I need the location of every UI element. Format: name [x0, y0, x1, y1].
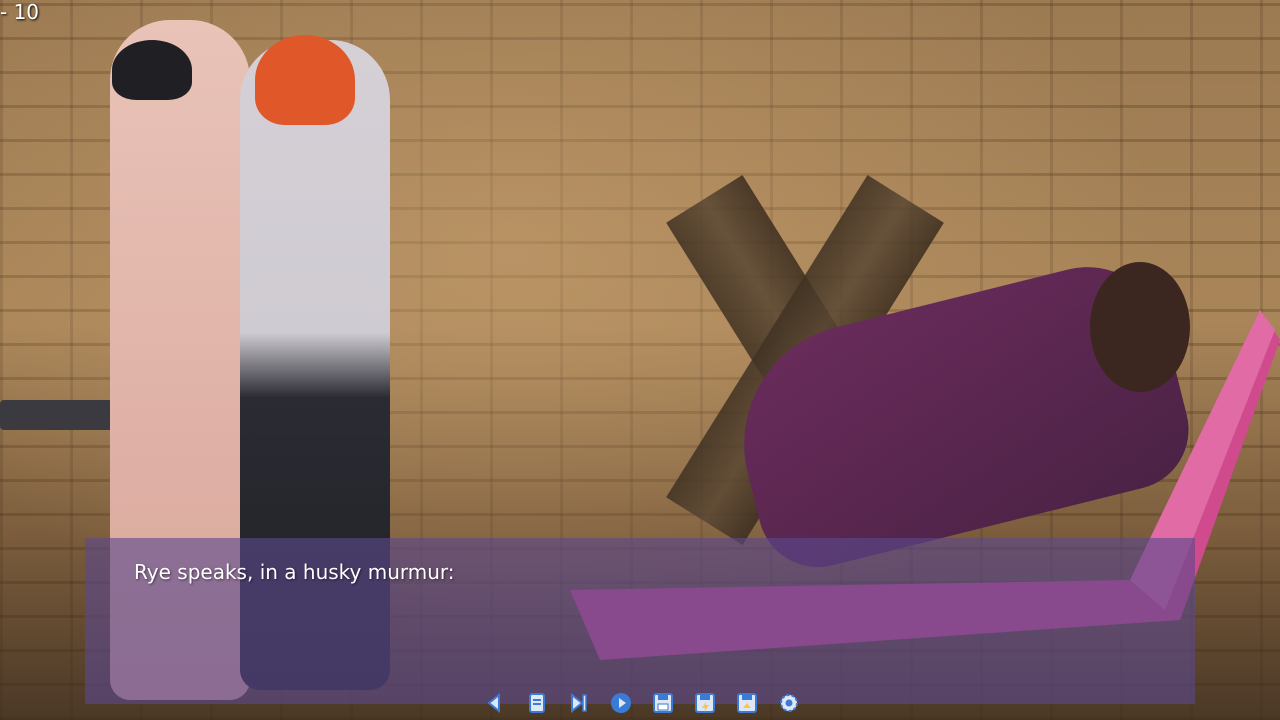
character-reclining-hair	[1090, 262, 1190, 392]
save-icon	[653, 693, 673, 713]
settings-button[interactable]	[774, 688, 804, 718]
skip-button[interactable]	[564, 688, 594, 718]
dialogue-text: Rye speaks, in a husky murmur:	[134, 560, 455, 584]
back-icon	[487, 692, 500, 714]
character-rye-hair	[255, 35, 355, 125]
skip-icon	[571, 692, 587, 714]
quick-save-icon	[695, 693, 715, 713]
hud-counter: - 10	[0, 0, 40, 24]
history-button[interactable]	[522, 688, 552, 718]
gear-icon	[780, 694, 798, 712]
quick-load-button[interactable]	[732, 688, 762, 718]
quick-save-button[interactable]	[690, 688, 720, 718]
auto-button[interactable]	[606, 688, 636, 718]
save-button[interactable]	[648, 688, 678, 718]
character-left-hair	[112, 40, 192, 100]
quick-menu	[480, 688, 804, 718]
back-button[interactable]	[480, 688, 510, 718]
history-icon	[529, 693, 545, 713]
quick-load-icon	[737, 693, 757, 713]
auto-icon	[611, 693, 631, 713]
